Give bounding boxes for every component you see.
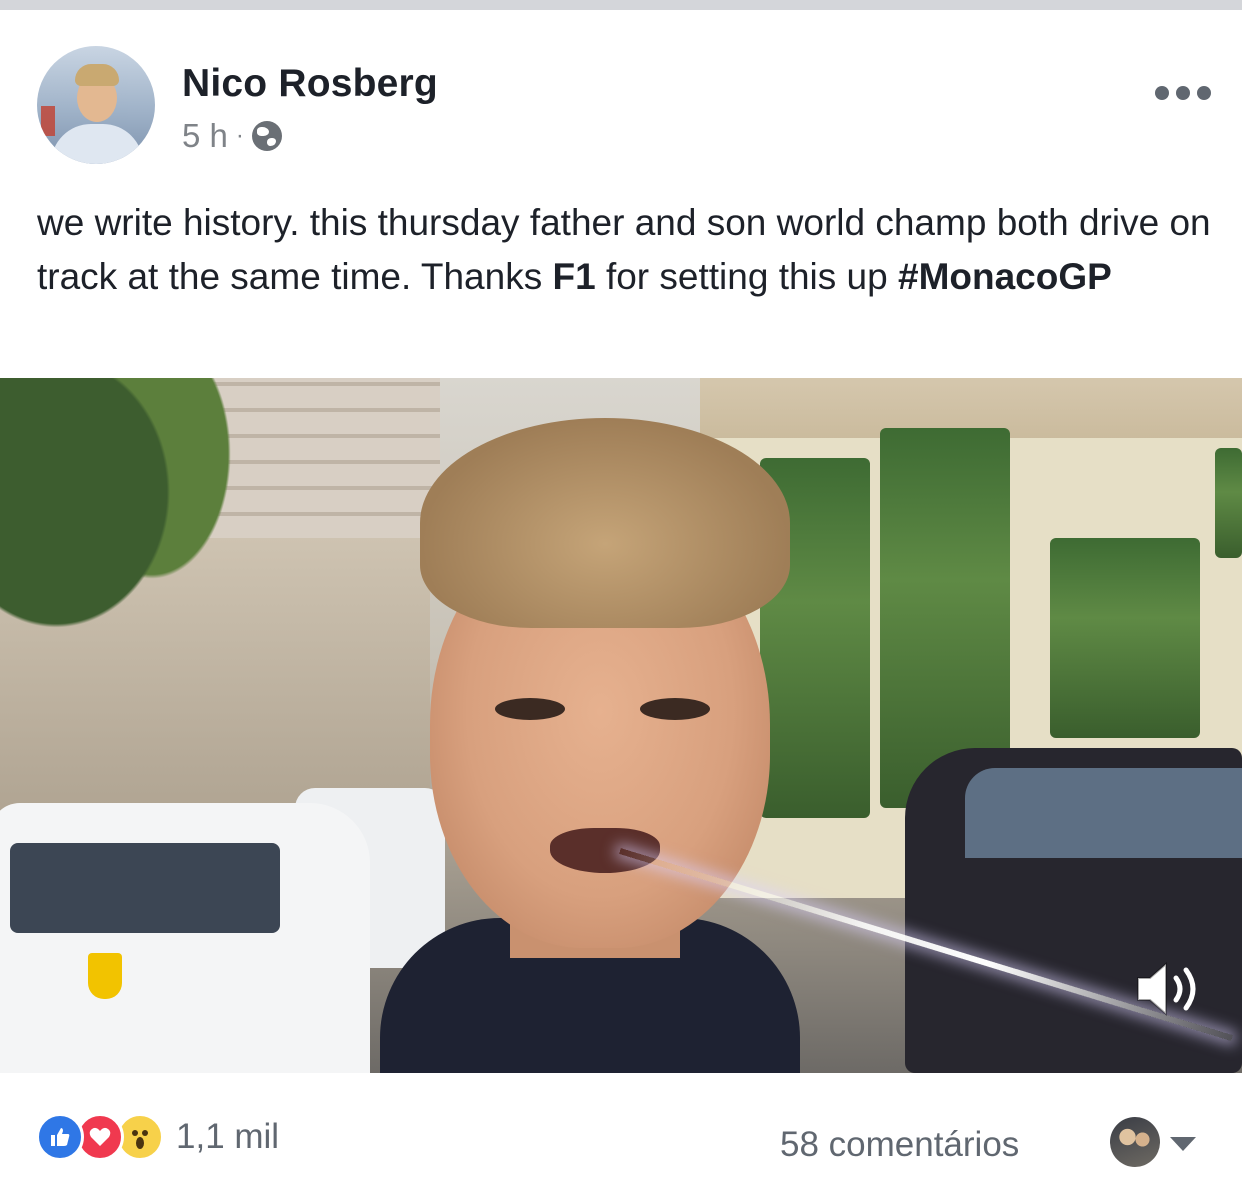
- person-hair: [420, 418, 790, 628]
- person-mouth: [550, 828, 660, 873]
- video-scene-van: [0, 803, 370, 1073]
- reactions-count: 1,1 mil: [176, 1117, 280, 1156]
- van-window: [10, 843, 280, 933]
- meta-separator: ·: [235, 122, 244, 149]
- ferrari-badge-icon: [88, 953, 122, 999]
- person-eye: [640, 698, 710, 720]
- commenter-avatar[interactable]: [1110, 1117, 1160, 1167]
- video-scene-vertical-garden: [1050, 538, 1200, 738]
- video-person: [380, 398, 800, 1073]
- feed-post: Nico Rosberg 5 h · we write history. thi…: [0, 10, 1242, 1189]
- more-dot-icon: [1197, 86, 1211, 100]
- avatar-hair: [75, 64, 119, 86]
- author-name[interactable]: Nico Rosberg: [182, 62, 438, 106]
- comments-count-link[interactable]: 58 comentários: [780, 1125, 1019, 1165]
- avatar-shirt: [51, 124, 143, 164]
- speaker-volume-icon[interactable]: [1130, 956, 1208, 1022]
- top-separator: [0, 0, 1242, 10]
- video-player[interactable]: [0, 378, 1242, 1073]
- author-avatar[interactable]: [37, 46, 155, 164]
- more-dot-icon: [1176, 86, 1190, 100]
- post-meta: 5 h ·: [182, 116, 282, 156]
- car-windshield: [965, 768, 1242, 858]
- more-options-button[interactable]: [1155, 82, 1211, 104]
- post-time[interactable]: 5 h: [182, 117, 228, 155]
- avatar-background-detail: [41, 106, 55, 136]
- reactions-summary[interactable]: 1,1 mil: [36, 1113, 279, 1161]
- post-footer: 1,1 mil 58 comentários: [0, 1073, 1242, 1189]
- f1-link[interactable]: F1: [552, 256, 595, 297]
- post-text: we write history. this thursday father a…: [37, 196, 1217, 304]
- post-text-part: for setting this up: [595, 256, 898, 297]
- video-scene-palm: [0, 378, 280, 758]
- hashtag-link[interactable]: #MonacoGP: [898, 256, 1112, 297]
- video-scene-vertical-garden: [1215, 448, 1242, 558]
- more-dot-icon: [1155, 86, 1169, 100]
- like-icon: [36, 1113, 84, 1161]
- globe-icon[interactable]: [251, 121, 282, 151]
- caret-down-icon[interactable]: [1170, 1137, 1196, 1151]
- person-eye: [495, 698, 565, 720]
